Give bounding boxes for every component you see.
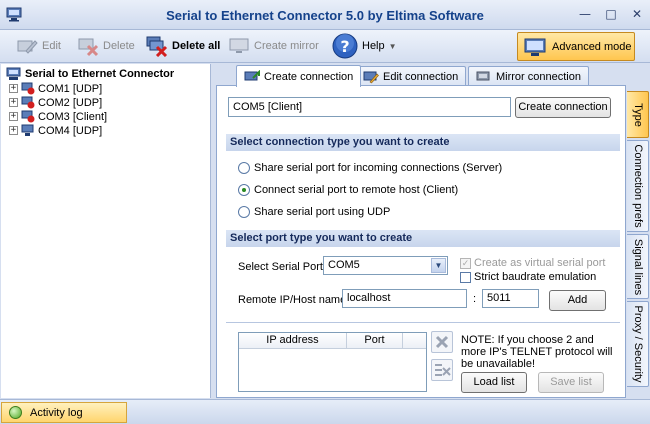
section-connection-type: Select connection type you want to creat… (226, 134, 620, 151)
side-tab-proxy-security[interactable]: Proxy / Security (627, 301, 649, 387)
radio-udp-button[interactable] (238, 206, 250, 218)
connection-tree: Serial to Ethernet Connector + COM1 [UDP… (1, 64, 211, 398)
telnet-note: NOTE: If you choose 2 and more IP's TELN… (461, 334, 613, 370)
svg-text:?: ? (340, 37, 349, 56)
dropdown-arrow-icon[interactable]: ▼ (431, 258, 446, 273)
expand-icon[interactable]: + (9, 98, 18, 107)
toolbar: Edit Delete Delete all Create mirror ? H… (0, 30, 650, 63)
monitor-icon (229, 38, 249, 53)
remote-host-input[interactable]: localhost (342, 289, 467, 308)
edit-button[interactable]: Edit (16, 34, 61, 58)
section-port-type: Select port type you want to create (226, 230, 620, 247)
serial-port-select[interactable]: COM5 ▼ (323, 256, 448, 275)
tab-edit-connection[interactable]: Edit connection (355, 66, 467, 87)
delete-button[interactable]: Delete (77, 34, 135, 58)
status-bar: Activity log (0, 399, 650, 424)
tree-item-com2[interactable]: + COM2 [UDP] (9, 96, 102, 109)
computer-icon (6, 67, 21, 80)
radio-server[interactable]: Share serial port for incoming connectio… (238, 162, 502, 174)
port-input[interactable]: 5011 (482, 289, 539, 308)
tree-item-com3[interactable]: + COM3 [Client] (9, 110, 107, 123)
activity-log-button[interactable]: Activity log (1, 402, 127, 423)
radio-client[interactable]: Connect serial port to remote host (Clie… (238, 184, 458, 196)
load-list-button[interactable]: Load list (461, 372, 527, 393)
expand-icon[interactable]: + (9, 126, 18, 135)
create-connection-panel: Create connection Select connection type… (216, 85, 626, 398)
chevron-down-icon: ▼ (388, 41, 397, 51)
radio-udp[interactable]: Share serial port using UDP (238, 206, 390, 218)
clear-list-icon (435, 364, 451, 376)
tab-bar: Create connection Edit connection Mirror… (214, 64, 650, 87)
ip-address-column[interactable]: IP address (239, 333, 347, 348)
side-tab-signal-lines[interactable]: Signal lines (627, 234, 649, 299)
help-icon: ? (332, 33, 358, 59)
status-led-icon (9, 406, 22, 419)
clear-ip-list-button[interactable] (431, 359, 453, 381)
maximize-icon[interactable]: □ (604, 7, 618, 21)
title-bar: Serial to Ethernet Connector 5.0 by Elti… (0, 0, 650, 30)
window-title: Serial to Ethernet Connector 5.0 by Elti… (166, 8, 484, 23)
edit-icon (17, 40, 38, 54)
side-tab-connection-prefs[interactable]: Connection prefs (627, 140, 649, 232)
ip-list-header: IP address Port (239, 333, 426, 349)
expand-icon[interactable]: + (9, 112, 18, 121)
port-column[interactable]: Port (347, 333, 403, 348)
strict-baud-checkbox[interactable]: Strict baudrate emulation (460, 271, 596, 283)
add-button[interactable]: Add (549, 290, 606, 311)
delete-all-icon (146, 36, 168, 57)
help-button[interactable]: ? Help ▼ (332, 33, 397, 59)
save-list-button[interactable]: Save list (538, 372, 604, 393)
ip-list[interactable]: IP address Port (238, 332, 427, 392)
advanced-mode-button[interactable]: Advanced mode (517, 32, 635, 61)
delete-all-button[interactable]: Delete all (146, 34, 220, 58)
serial-port-label: Select Serial Port: (238, 261, 327, 273)
radio-client-button[interactable] (238, 184, 250, 196)
tree-root[interactable]: Serial to Ethernet Connector (6, 67, 174, 81)
remove-ip-button[interactable] (431, 331, 453, 353)
side-tab-bar: Type Connection prefs Signal lines Proxy… (626, 85, 650, 398)
expand-icon[interactable]: + (9, 84, 18, 93)
strict-baud-check[interactable] (460, 271, 471, 283)
remote-host-label: Remote IP/Host name: (238, 294, 350, 306)
virtual-port-check[interactable]: ✓ (460, 257, 471, 269)
create-mirror-button[interactable]: Create mirror (228, 34, 319, 58)
minimize-icon[interactable]: — (578, 7, 592, 21)
port-error-icon (21, 96, 35, 109)
tree-item-com4[interactable]: + COM4 [UDP] (9, 124, 102, 137)
tab-create-connection[interactable]: Create connection (236, 65, 362, 87)
divider (226, 322, 620, 323)
port-icon (21, 124, 34, 136)
create-connection-button[interactable]: Create connection (515, 97, 611, 118)
port-error-icon (21, 82, 35, 95)
remove-icon (435, 335, 449, 349)
radio-server-button[interactable] (238, 162, 250, 174)
port-error-icon (21, 110, 35, 123)
close-icon[interactable]: ✕ (630, 7, 644, 21)
side-tab-type[interactable]: Type (627, 91, 649, 138)
create-connection-icon (244, 69, 260, 80)
edit-connection-icon (363, 71, 379, 84)
tab-mirror-connection[interactable]: Mirror connection (468, 66, 589, 87)
mirror-connection-icon (476, 71, 490, 81)
delete-icon (78, 38, 99, 57)
virtual-port-checkbox[interactable]: ✓ Create as virtual serial port (460, 257, 605, 269)
advanced-mode-icon (524, 38, 546, 56)
port-separator: : (473, 293, 477, 305)
tree-item-com1[interactable]: + COM1 [UDP] (9, 82, 102, 95)
connection-name-input[interactable] (228, 97, 511, 117)
